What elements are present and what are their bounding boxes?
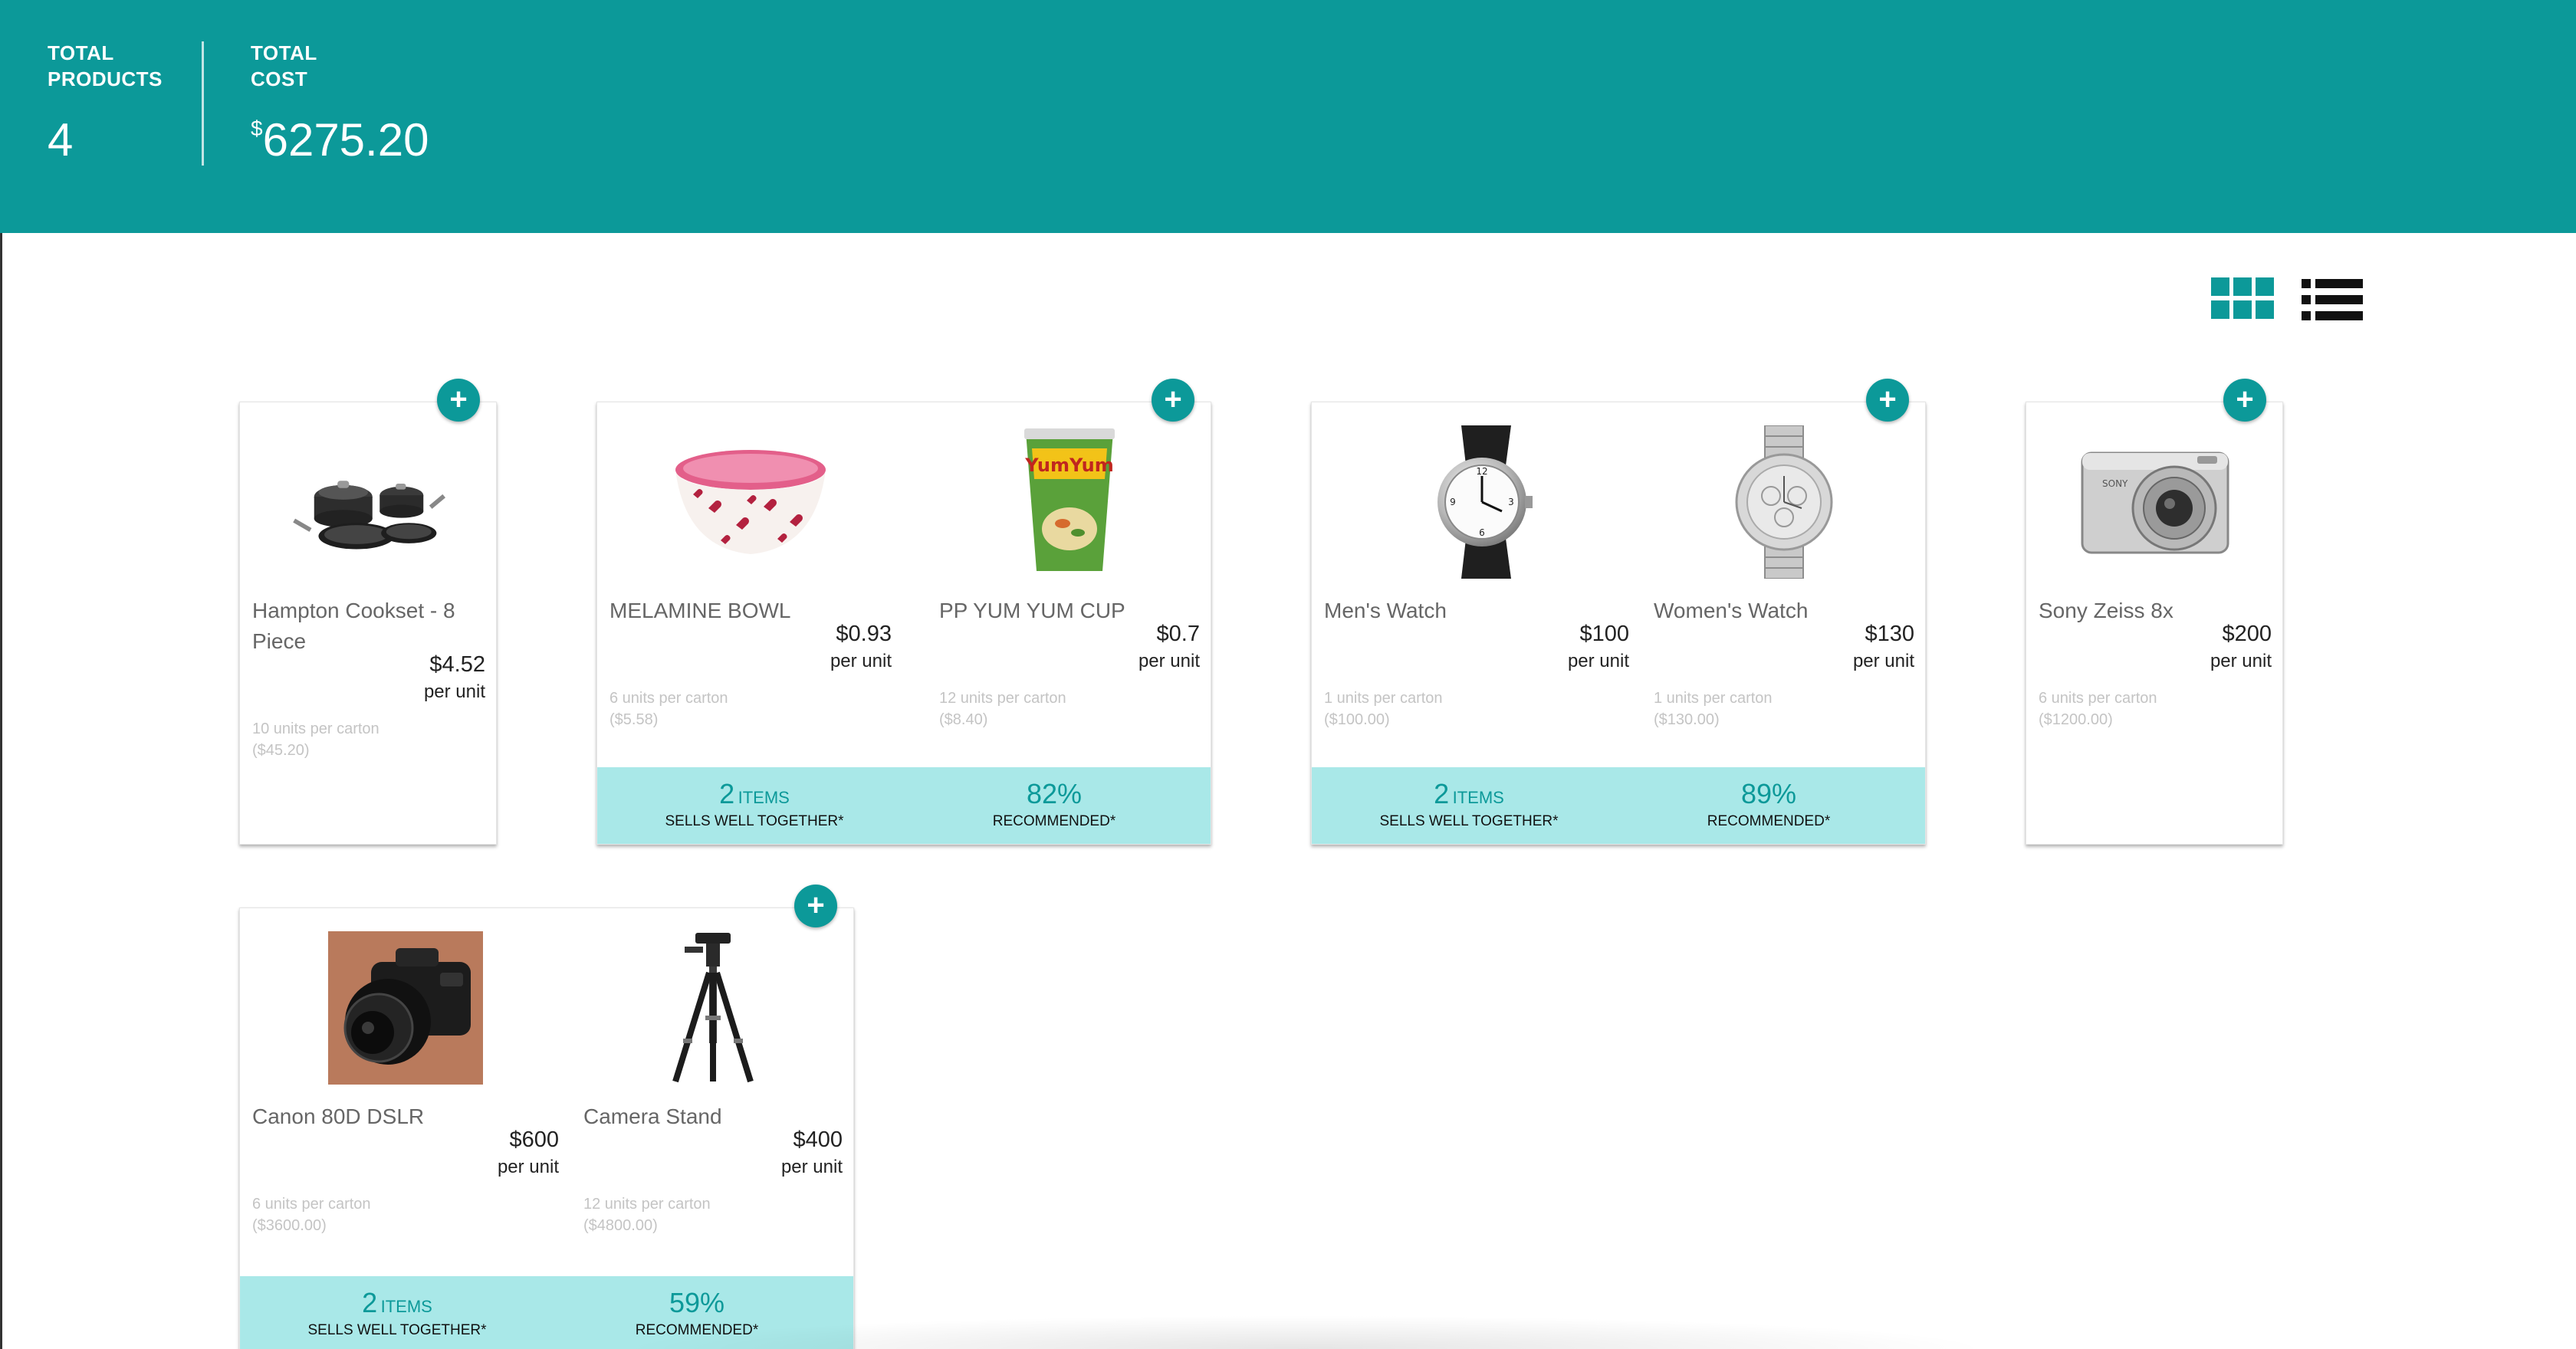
recommended-caption: RECOMMENDED* — [992, 813, 1116, 829]
tripod-image — [672, 933, 754, 1083]
product-price: $0.7 — [1156, 622, 1200, 646]
womens-watch-image — [1735, 425, 1833, 579]
carton-info: 1 units per carton ($100.00) — [1324, 690, 1443, 728]
recommended: 82% RECOMMENDED* — [912, 778, 1197, 832]
items-count: 2 — [362, 1287, 378, 1318]
total-products-stat: TOTAL PRODUCTS 4 — [48, 40, 163, 167]
svg-text:12: 12 — [1476, 466, 1487, 477]
product-price: $200 — [2222, 622, 2272, 646]
recommended-percent: 82% — [1026, 778, 1083, 809]
total-products-label: TOTAL PRODUCTS — [48, 41, 163, 90]
carton-info: 1 units per carton ($130.00) — [1654, 690, 1773, 728]
svg-text:9: 9 — [1450, 497, 1456, 507]
recommended-percent: 89% — [1740, 778, 1797, 809]
items-together: 2 ITEMS SELLS WELL TOGETHER* — [597, 778, 912, 832]
total-products-value: 4 — [48, 114, 74, 166]
product-card: MELAMINE BOWL $0.93 per unit 6 units per… — [596, 402, 1211, 845]
product-unit: per unit — [423, 681, 485, 702]
carton-info: 6 units per carton ($3600.00) — [252, 1196, 371, 1234]
product-unit: per unit — [1567, 651, 1629, 671]
carton-info: 12 units per carton ($4800.00) — [583, 1196, 711, 1234]
product-card: Canon 80D DSLR $600 per unit 6 units per… — [239, 908, 854, 1349]
add-product-button[interactable]: + — [1152, 379, 1194, 422]
product-unit: per unit — [830, 651, 892, 671]
product-unit: per unit — [1852, 651, 1914, 671]
items-together: 2 ITEMS SELLS WELL TOGETHER* — [1312, 778, 1626, 832]
items-caption: SELLS WELL TOGETHER* — [307, 1322, 487, 1338]
bundle-strip: 2 ITEMS SELLS WELL TOGETHER* 89% RECOMME… — [1312, 767, 1925, 844]
compact-camera-image: SONY — [2081, 451, 2229, 554]
product-unit: per unit — [497, 1157, 559, 1177]
product-item: Hampton Cookset - 8 Piece $4.52 per unit… — [240, 402, 498, 844]
total-cost-label: TOTAL COST — [251, 41, 317, 90]
items-label: ITEMS — [1452, 788, 1504, 807]
summary-header: TOTAL PRODUCTS 4 TOTAL COST $6275.20 — [0, 0, 2576, 233]
items-label: ITEMS — [738, 788, 790, 807]
items-caption: SELLS WELL TOGETHER* — [1379, 813, 1559, 829]
product-card: SONY Sony Zeiss 8x $200 per unit 6 units… — [2026, 402, 2283, 845]
product-price: $4.52 — [429, 652, 485, 677]
recommended: 89% RECOMMENDED* — [1626, 778, 1911, 832]
product-item: SONY Sony Zeiss 8x $200 per unit 6 units… — [2026, 402, 2284, 844]
add-product-button[interactable]: + — [1866, 379, 1909, 422]
dslr-image — [328, 931, 483, 1085]
recommended-caption: RECOMMENDED* — [1707, 813, 1831, 829]
product-price: $100 — [1579, 622, 1629, 646]
carton-info: 12 units per carton ($8.40) — [939, 690, 1066, 728]
bowl-image — [675, 450, 826, 554]
product-unit: per unit — [780, 1157, 843, 1177]
product-price: $130 — [1865, 622, 1914, 646]
mens-watch-image: 12 3 6 9 — [1438, 425, 1533, 579]
currency-symbol: $ — [251, 117, 263, 140]
svg-text:YumYum: YumYum — [1024, 455, 1113, 476]
add-product-button[interactable]: + — [437, 379, 480, 422]
product-price: $600 — [509, 1127, 559, 1152]
stat-divider — [202, 41, 204, 166]
add-product-button[interactable]: + — [794, 885, 837, 927]
items-caption: SELLS WELL TOGETHER* — [665, 813, 844, 829]
items-label: ITEMS — [380, 1297, 432, 1316]
recommended-percent: 59% — [669, 1287, 725, 1318]
noodle-cup-image: YumYum — [1024, 428, 1115, 571]
svg-text:SONY: SONY — [2102, 478, 2128, 489]
carton-info: 6 units per carton ($5.58) — [610, 690, 728, 728]
total-cost-stat: TOTAL COST $6275.20 — [251, 40, 429, 167]
cookset-image — [293, 481, 445, 550]
product-card: Hampton Cookset - 8 Piece $4.52 per unit… — [239, 402, 497, 845]
carton-info: 6 units per carton ($1200.00) — [2039, 690, 2157, 728]
total-cost-value: $6275.20 — [251, 114, 429, 166]
svg-text:3: 3 — [1508, 497, 1514, 507]
product-unit: per unit — [2210, 651, 2272, 671]
left-border — [0, 233, 2, 1349]
grid-view-icon[interactable] — [2211, 277, 2274, 322]
product-dashboard: TOTAL PRODUCTS 4 TOTAL COST $6275.20 Ham… — [0, 0, 2576, 1349]
list-view-icon[interactable] — [2302, 277, 2363, 322]
bundle-strip: 2 ITEMS SELLS WELL TOGETHER* 82% RECOMME… — [597, 767, 1211, 844]
product-card: 12 3 6 9 Men's Watch $100 per unit 1 units … — [1311, 402, 1926, 845]
carton-info: 10 units per carton ($45.20) — [252, 720, 380, 759]
items-together: 2 ITEMS SELLS WELL TOGETHER* — [240, 1287, 554, 1341]
items-count: 2 — [719, 778, 735, 809]
product-price: $0.93 — [836, 622, 892, 646]
product-price: $400 — [793, 1127, 843, 1152]
items-count: 2 — [1434, 778, 1450, 809]
product-unit: per unit — [1138, 651, 1200, 671]
scroll-shadow — [613, 1315, 1993, 1349]
product-name: Hampton Cookset - 8 Piece — [252, 599, 455, 653]
svg-text:6: 6 — [1479, 527, 1485, 538]
add-product-button[interactable]: + — [2223, 379, 2266, 422]
